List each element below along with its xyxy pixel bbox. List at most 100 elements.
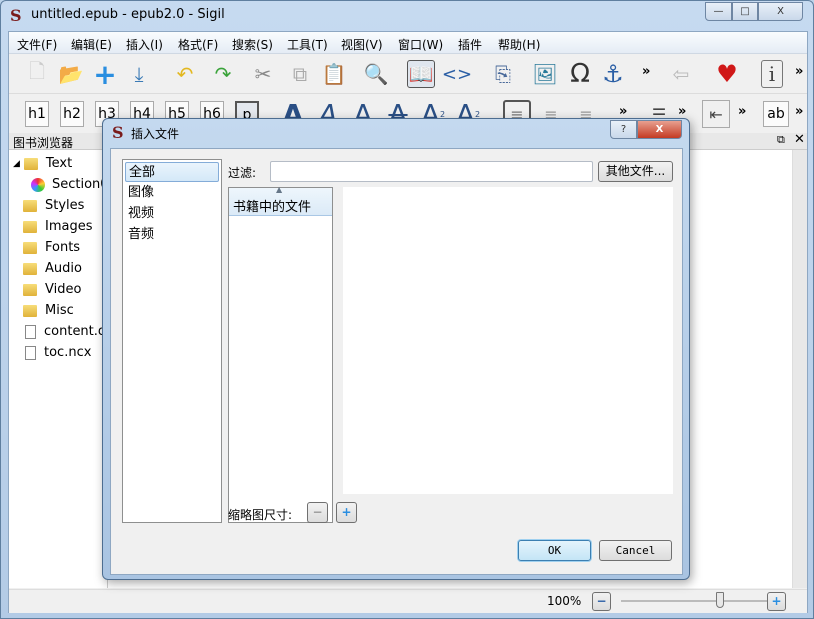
folder-icon <box>23 262 37 275</box>
book-browser-tree: ◢Text Section0001.xhtml Styles Images Fo… <box>9 150 175 588</box>
tree-item-video[interactable]: Video <box>13 279 81 300</box>
expand-arrow-icon[interactable]: ◢ <box>13 159 20 169</box>
tree-item-misc[interactable]: Misc <box>13 300 74 321</box>
tree-item-images[interactable]: Images <box>13 216 93 237</box>
save-icon[interactable]: ⤓ <box>125 60 153 88</box>
menu-format[interactable]: 格式(F) <box>178 36 218 53</box>
file-list: ▲ 书籍中的文件 <box>228 185 333 523</box>
heart-icon[interactable]: ♥ <box>713 60 741 88</box>
h1-button[interactable]: h1 <box>25 101 49 127</box>
filter-label: 过滤: <box>228 166 257 180</box>
category-list: 全部 图像 视频 音频 <box>122 159 222 523</box>
book-browser-title: 图书浏览器 <box>13 136 74 150</box>
close-panel-icon[interactable]: ✕ <box>794 132 805 147</box>
maximize-button[interactable]: □ <box>732 2 758 21</box>
tree-item-styles[interactable]: Styles <box>13 195 84 216</box>
vertical-scrollbar[interactable] <box>792 150 807 588</box>
more-chevron-icon[interactable]: » <box>795 64 803 79</box>
menu-insert[interactable]: 插入(I) <box>126 36 163 53</box>
insert-image-icon[interactable]: 🖼 <box>531 60 559 88</box>
category-video[interactable]: 视频 <box>125 204 219 224</box>
cancel-button[interactable]: Cancel <box>599 540 672 561</box>
undo-icon[interactable]: ↶ <box>171 60 199 88</box>
folder-icon <box>23 220 37 233</box>
add-file-icon[interactable]: + <box>91 58 119 91</box>
tree-item-fonts[interactable]: Fonts <box>13 237 80 258</box>
dialog-body: 全部 图像 视频 音频 过滤: 其他文件... ▲ 书籍中的文件 缩略图尺寸: … <box>110 148 683 575</box>
paste-icon[interactable]: 📋 <box>320 60 348 88</box>
tree-item-toc-ncx[interactable]: toc.ncx <box>13 342 91 363</box>
thumbnail-size-label: 缩略图尺寸: <box>228 508 293 522</box>
folder-icon <box>23 157 38 170</box>
folder-icon <box>23 283 37 296</box>
xhtml-file-icon <box>31 177 45 192</box>
folder-icon <box>23 199 37 212</box>
sigil-logo-icon: S <box>112 123 124 142</box>
thumbnail-smaller-button[interactable]: − <box>307 502 328 523</box>
ab-button[interactable]: ab <box>763 101 789 127</box>
menu-view[interactable]: 视图(V) <box>341 36 383 53</box>
category-audio[interactable]: 音频 <box>125 225 219 245</box>
menu-plugins[interactable]: 插件 <box>458 36 482 53</box>
category-images[interactable]: 图像 <box>125 183 219 203</box>
redo-icon[interactable]: ↷ <box>209 60 237 88</box>
dialog-title: 插入文件 <box>131 127 180 141</box>
main-toolbar: 🗋 📂 + ⤓ ↶ ↷ ✂ ⧉ 📋 🔍 📖 <> ⎘ 🖼 Ω ⚓ » ⇦ ♥ i… <box>9 54 807 94</box>
folder-icon <box>23 241 37 254</box>
ok-button[interactable]: OK <box>518 540 591 561</box>
book-view-icon[interactable]: 📖 <box>407 60 435 88</box>
tree-item-audio[interactable]: Audio <box>13 258 82 279</box>
new-file-icon[interactable]: 🗋 <box>23 59 51 88</box>
file-icon <box>25 324 36 339</box>
more-chevron-icon[interactable]: » <box>619 104 627 119</box>
tree-item-text[interactable]: ◢ Text <box>13 153 72 174</box>
menu-edit[interactable]: 编辑(E) <box>71 36 112 53</box>
preview-area <box>343 187 673 494</box>
outdent-icon[interactable]: ⇤ <box>702 100 730 128</box>
h2-button[interactable]: h2 <box>60 101 84 127</box>
file-list-header-label: 书籍中的文件 <box>233 200 312 215</box>
window-title: untitled.epub - epub2.0 - Sigil <box>31 7 225 22</box>
thumbnail-larger-button[interactable]: + <box>336 502 357 523</box>
copy-icon[interactable]: ⧉ <box>286 60 314 88</box>
sigil-logo-icon: S <box>10 6 22 25</box>
menu-file[interactable]: 文件(F) <box>17 36 57 53</box>
info-icon[interactable]: i <box>761 60 783 88</box>
more-chevron-icon[interactable]: » <box>738 104 746 119</box>
minimize-button[interactable]: — <box>705 2 732 21</box>
code-view-icon[interactable]: <> <box>442 60 472 88</box>
zoom-slider[interactable] <box>621 600 771 602</box>
insert-file-dialog: S 插入文件 ? X 全部 图像 视频 音频 过滤: 其他文件... ▲ 书籍中… <box>102 118 690 580</box>
cut-icon[interactable]: ✂ <box>249 60 277 88</box>
filter-input[interactable] <box>270 161 593 182</box>
menu-window[interactable]: 窗口(W) <box>398 36 443 53</box>
open-folder-icon[interactable]: 📂 <box>57 60 85 88</box>
sort-ascending-icon: ▲ <box>276 185 283 194</box>
back-arrow-icon[interactable]: ⇦ <box>667 60 695 88</box>
special-char-icon[interactable]: Ω <box>566 59 594 89</box>
more-chevron-icon[interactable]: » <box>642 64 650 79</box>
menu-tools[interactable]: 工具(T) <box>287 36 328 53</box>
menu-bar: 文件(F) 编辑(E) 插入(I) 格式(F) 搜索(S) 工具(T) 视图(V… <box>9 32 807 54</box>
folder-icon <box>23 304 37 317</box>
more-chevron-icon[interactable]: » <box>795 104 803 119</box>
close-button[interactable]: X <box>758 2 803 21</box>
category-all[interactable]: 全部 <box>125 162 219 182</box>
zoom-slider-handle[interactable] <box>716 592 724 608</box>
other-files-button[interactable]: 其他文件... <box>598 161 673 182</box>
dialog-close-button[interactable]: X <box>637 120 682 139</box>
zoom-level: 100% <box>547 594 582 608</box>
zoom-out-button[interactable]: − <box>592 592 611 611</box>
preview-icon[interactable]: 🔍 <box>362 60 390 88</box>
float-panel-icon[interactable]: ⧉ <box>777 133 785 147</box>
menu-search[interactable]: 搜索(S) <box>232 36 273 53</box>
file-icon <box>25 345 36 360</box>
zoom-in-button[interactable]: + <box>767 592 786 611</box>
split-icon[interactable]: ⎘ <box>489 60 517 88</box>
help-button[interactable]: ? <box>610 120 637 139</box>
status-bar: 100% − + <box>9 589 807 613</box>
more-chevron-icon[interactable]: » <box>678 104 686 119</box>
menu-help[interactable]: 帮助(H) <box>498 36 540 53</box>
anchor-icon[interactable]: ⚓ <box>599 60 627 88</box>
file-list-header[interactable]: ▲ 书籍中的文件 <box>229 185 332 216</box>
